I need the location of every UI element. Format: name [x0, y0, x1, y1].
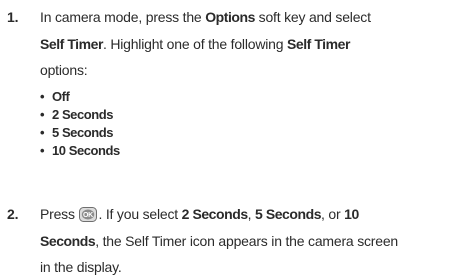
bullet-icon: •: [40, 125, 45, 140]
option-label: Off: [52, 89, 70, 104]
text: ,: [247, 206, 256, 222]
step-2-line-1: Press OK . If you select 2 Seconds, 5 Se…: [40, 206, 359, 222]
text: , the Self Timer icon appears in the cam…: [95, 233, 399, 249]
text: . If you select: [98, 206, 182, 222]
text: in the display.: [40, 259, 122, 275]
option-10-seconds-part: Seconds: [40, 233, 96, 249]
text: , or: [321, 206, 345, 222]
bullet-icon: •: [40, 143, 45, 158]
step-2-line-3: in the display.: [40, 259, 122, 275]
ok-key-icon: OK: [79, 207, 98, 222]
step-1-line-2: Self Timer. Highlight one of the followi…: [40, 36, 350, 52]
text: . Highlight one of the following: [102, 36, 288, 52]
ok-key-label: OK: [83, 212, 93, 219]
self-timer-label: Self Timer: [40, 36, 103, 52]
text: In camera mode, press the: [40, 9, 206, 25]
list-item: • 10 Seconds: [40, 143, 120, 159]
bullet-icon: •: [40, 89, 45, 104]
option-label: 2 Seconds: [52, 107, 113, 122]
option-2-seconds: 2 Seconds: [181, 206, 248, 222]
option-label: 10 Seconds: [52, 143, 120, 158]
option-label: 5 Seconds: [52, 125, 113, 140]
self-timer-label: Self Timer: [287, 36, 350, 52]
list-item: • 2 Seconds: [40, 107, 113, 123]
step-1-line-1: In camera mode, press the Options soft k…: [40, 9, 371, 25]
manual-page: 1. In camera mode, press the Options sof…: [0, 0, 470, 280]
option-10-seconds-part: 10: [344, 206, 359, 222]
option-5-seconds: 5 Seconds: [255, 206, 322, 222]
list-item: • 5 Seconds: [40, 125, 113, 141]
step-1-line-3: options:: [40, 62, 88, 78]
text: Press: [40, 206, 79, 222]
step-number: 1.: [7, 9, 19, 25]
step-number: 2.: [7, 206, 19, 222]
text: soft key and select: [254, 9, 371, 25]
options-softkey-label: Options: [205, 9, 255, 25]
bullet-icon: •: [40, 107, 45, 122]
text: options:: [40, 62, 88, 78]
step-2-line-2: Seconds, the Self Timer icon appears in …: [40, 233, 398, 249]
list-item: • Off: [40, 89, 70, 105]
